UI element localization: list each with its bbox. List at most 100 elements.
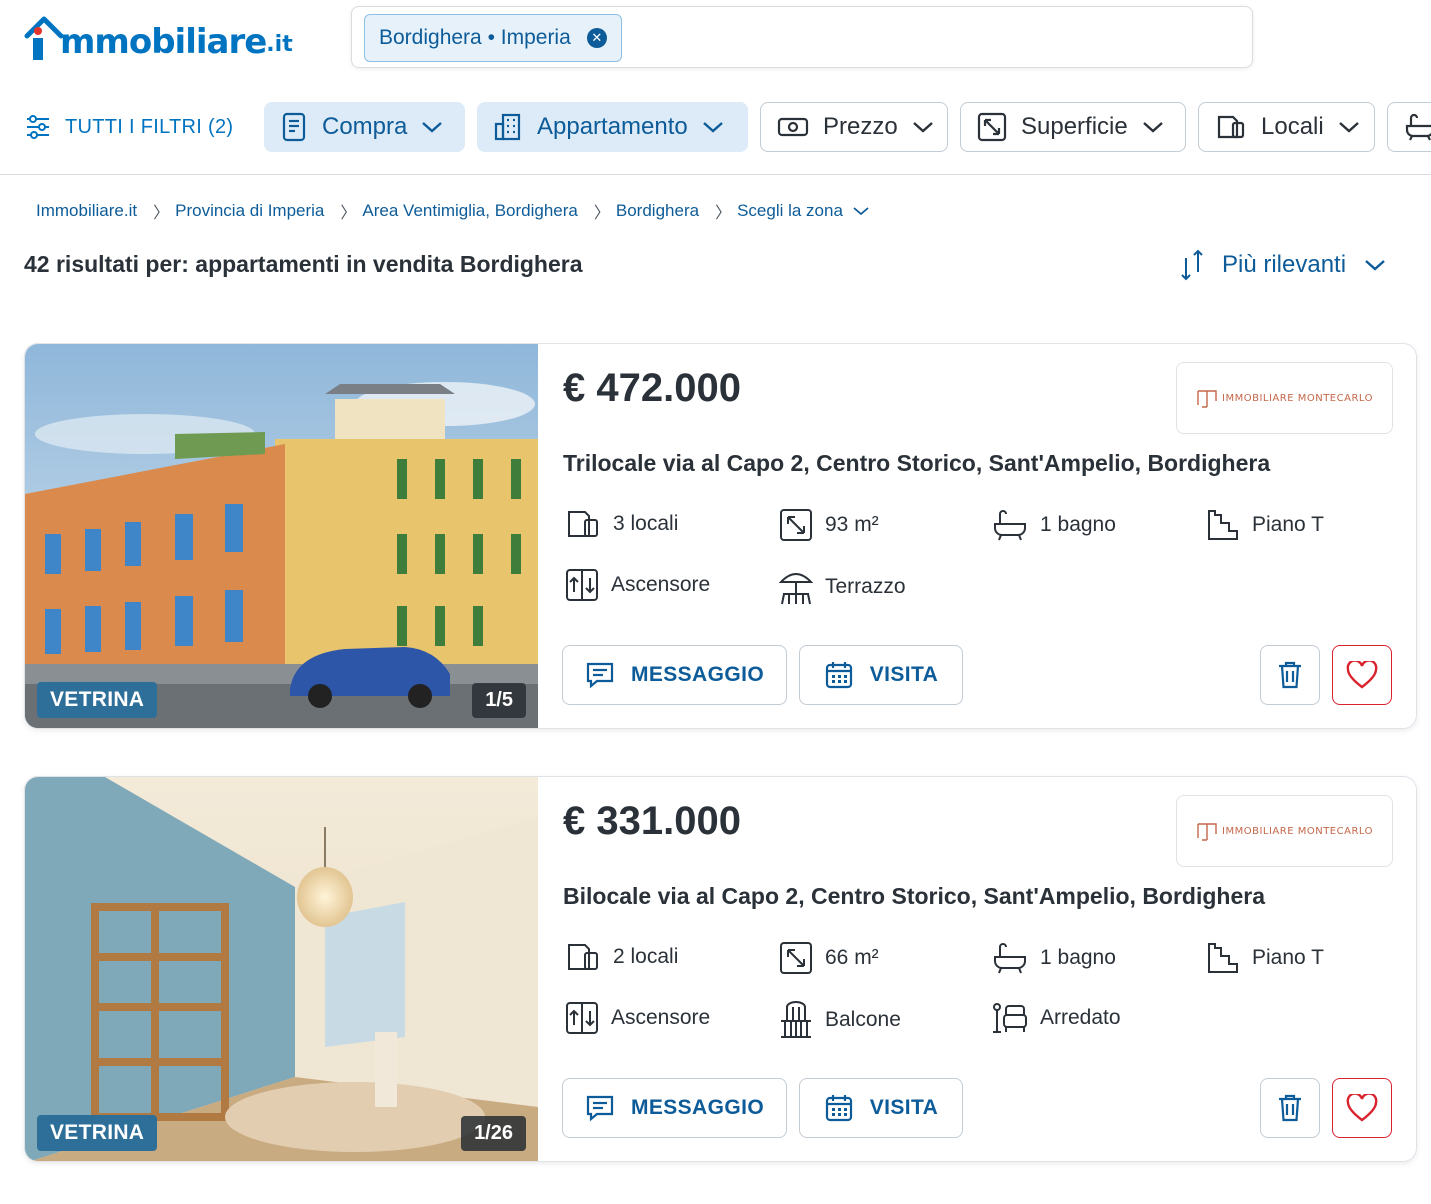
filter-compra[interactable]: Compra	[264, 102, 465, 152]
listing-photo[interactable]: VETRINA 1/5	[25, 344, 538, 728]
feature-superficie: 66 m²	[779, 941, 879, 975]
filter-locali[interactable]: Locali	[1198, 102, 1375, 152]
filter-superficie[interactable]: Superficie	[960, 102, 1186, 152]
listing-price: € 472.000	[563, 366, 741, 410]
elevator-icon	[566, 1002, 598, 1034]
calendar-icon	[825, 662, 852, 689]
favorite-button[interactable]	[1332, 645, 1392, 705]
breadcrumb-provincia[interactable]: Provincia di Imperia	[175, 201, 324, 221]
message-button-label: MESSAGGIO	[630, 663, 765, 686]
feature-arredato: Arredato	[992, 1001, 1121, 1035]
breadcrumb-comune[interactable]: Bordighera	[616, 201, 699, 221]
calendar-icon	[825, 1095, 852, 1122]
bathtub-icon	[1405, 113, 1431, 141]
location-chip[interactable]: Bordighera • Imperia ✕	[364, 14, 622, 62]
sliders-icon	[27, 115, 49, 139]
listing-price: € 331.000	[563, 799, 741, 843]
message-button[interactable]: MESSAGGIO	[562, 645, 787, 705]
visit-button[interactable]: VISITA	[799, 645, 963, 705]
sort-dropdown[interactable]: Più rilevanti	[1180, 248, 1386, 282]
heart-icon	[1346, 1094, 1378, 1122]
agency-name: IMMOBILIARE MONTECARLO	[1222, 825, 1373, 837]
filter-appartamento[interactable]: Appartamento	[477, 102, 748, 152]
listing-title[interactable]: Bilocale via al Capo 2, Centro Storico, …	[563, 883, 1265, 910]
all-filters-button[interactable]: TUTTI I FILTRI (2)	[25, 102, 233, 152]
furniture-armchair-icon	[993, 1003, 1027, 1033]
filter-bagni[interactable]	[1387, 102, 1431, 152]
feature-piano: Piano T	[1206, 941, 1324, 975]
feature-bagni-text: 1 bagno	[1040, 513, 1116, 536]
agency-logo[interactable]: IMMOBILIARE MONTECARLO	[1176, 795, 1393, 867]
feature-piano-text: Piano T	[1252, 513, 1324, 536]
building-exterior-image	[25, 344, 538, 728]
chevron-down-icon	[912, 122, 933, 133]
favorite-button[interactable]	[1332, 1078, 1392, 1138]
chip-close-icon[interactable]: ✕	[586, 28, 607, 48]
immobiliare-logo[interactable]: mmobiliare .it	[24, 12, 293, 62]
chevron-right-icon: 〉	[153, 205, 170, 222]
hide-listing-button[interactable]	[1260, 1078, 1320, 1138]
feature-piano: Piano T	[1206, 508, 1324, 542]
bathtub-icon	[994, 943, 1026, 974]
chevron-down-icon	[422, 122, 443, 133]
listing-title[interactable]: Trilocale via al Capo 2, Centro Storico,…	[563, 450, 1270, 477]
listing-card[interactable]: VETRINA 1/26 € 331.000 IMMOBILIARE MONTE…	[24, 776, 1417, 1162]
bathtub-icon	[994, 510, 1026, 541]
heart-icon	[1346, 661, 1378, 689]
filter-prezzo-label: Prezzo	[823, 113, 898, 140]
feature-superficie-text: 93 m²	[825, 513, 879, 536]
feature-arredato-text: Arredato	[1040, 1006, 1121, 1029]
stairs-icon	[1208, 510, 1238, 540]
all-filters-label: TUTTI I FILTRI (2)	[65, 115, 234, 138]
agency-monogram-icon	[1197, 823, 1217, 841]
photo-counter: 1/5	[472, 683, 526, 718]
logo-wordmark: mmobiliare	[60, 22, 267, 62]
agency-name: IMMOBILIARE MONTECARLO	[1222, 392, 1373, 404]
feature-superficie: 93 m²	[779, 508, 879, 542]
visit-button[interactable]: VISITA	[799, 1078, 963, 1138]
sort-label: Più rilevanti	[1222, 251, 1347, 278]
logo-tld: .it	[266, 32, 293, 57]
filter-prezzo[interactable]: Prezzo	[760, 102, 948, 152]
feature-balcone-text: Balcone	[825, 1008, 901, 1031]
breadcrumb-zona-select[interactable]: Scegli la zona	[737, 201, 843, 221]
breadcrumb-area[interactable]: Area Ventimiglia, Bordighera	[362, 201, 577, 221]
feature-piano-text: Piano T	[1252, 946, 1324, 969]
house-logo-icon	[24, 16, 64, 60]
feature-superficie-text: 66 m²	[825, 946, 879, 969]
rooms-icon	[568, 511, 598, 537]
results-count-title: 42 risultati per: appartamenti in vendit…	[24, 251, 583, 277]
agency-monogram-icon	[1197, 390, 1217, 408]
feature-ascensore: Ascensore	[565, 1001, 710, 1035]
message-button[interactable]: MESSAGGIO	[562, 1078, 787, 1138]
feature-bagni: 1 bagno	[992, 941, 1116, 975]
feature-locali-text: 2 locali	[613, 945, 679, 968]
chevron-down-icon	[1338, 122, 1359, 133]
feature-bagni-text: 1 bagno	[1040, 946, 1116, 969]
breadcrumb-home[interactable]: Immobiliare.it	[36, 201, 137, 221]
location-chip-label: Bordighera • Imperia	[379, 26, 571, 49]
rooms-icon	[568, 944, 598, 970]
chevron-right-icon: 〉	[340, 205, 357, 222]
agency-logo[interactable]: IMMOBILIARE MONTECARLO	[1176, 362, 1393, 434]
chevron-down-icon	[1365, 260, 1385, 271]
hide-listing-button[interactable]	[1260, 645, 1320, 705]
chevron-down-icon[interactable]	[853, 206, 869, 216]
filter-bar: TUTTI I FILTRI (2) Compra Appartamento P…	[0, 102, 1431, 152]
interior-living-room-image	[25, 777, 538, 1161]
area-expand-icon	[780, 942, 812, 974]
feature-terrazzo-text: Terrazzo	[825, 575, 906, 598]
photo-counter: 1/26	[461, 1116, 526, 1151]
stairs-icon	[1208, 943, 1238, 973]
listing-photo[interactable]: VETRINA 1/26	[25, 777, 538, 1161]
trash-icon	[1279, 661, 1301, 689]
location-search-box[interactable]: Bordighera • Imperia ✕	[351, 6, 1253, 68]
vetrina-badge: VETRINA	[37, 682, 158, 718]
banknote-icon	[777, 117, 809, 137]
feature-ascensore: Ascensore	[565, 568, 710, 602]
breadcrumb: Immobiliare.it 〉 Provincia di Imperia 〉 …	[36, 199, 869, 223]
rooms-icon	[1217, 115, 1245, 139]
filter-compra-label: Compra	[322, 113, 408, 140]
listing-card[interactable]: VETRINA 1/5 € 472.000 IMMOBILIARE MONTEC…	[24, 343, 1417, 729]
chevron-down-icon	[702, 122, 723, 133]
